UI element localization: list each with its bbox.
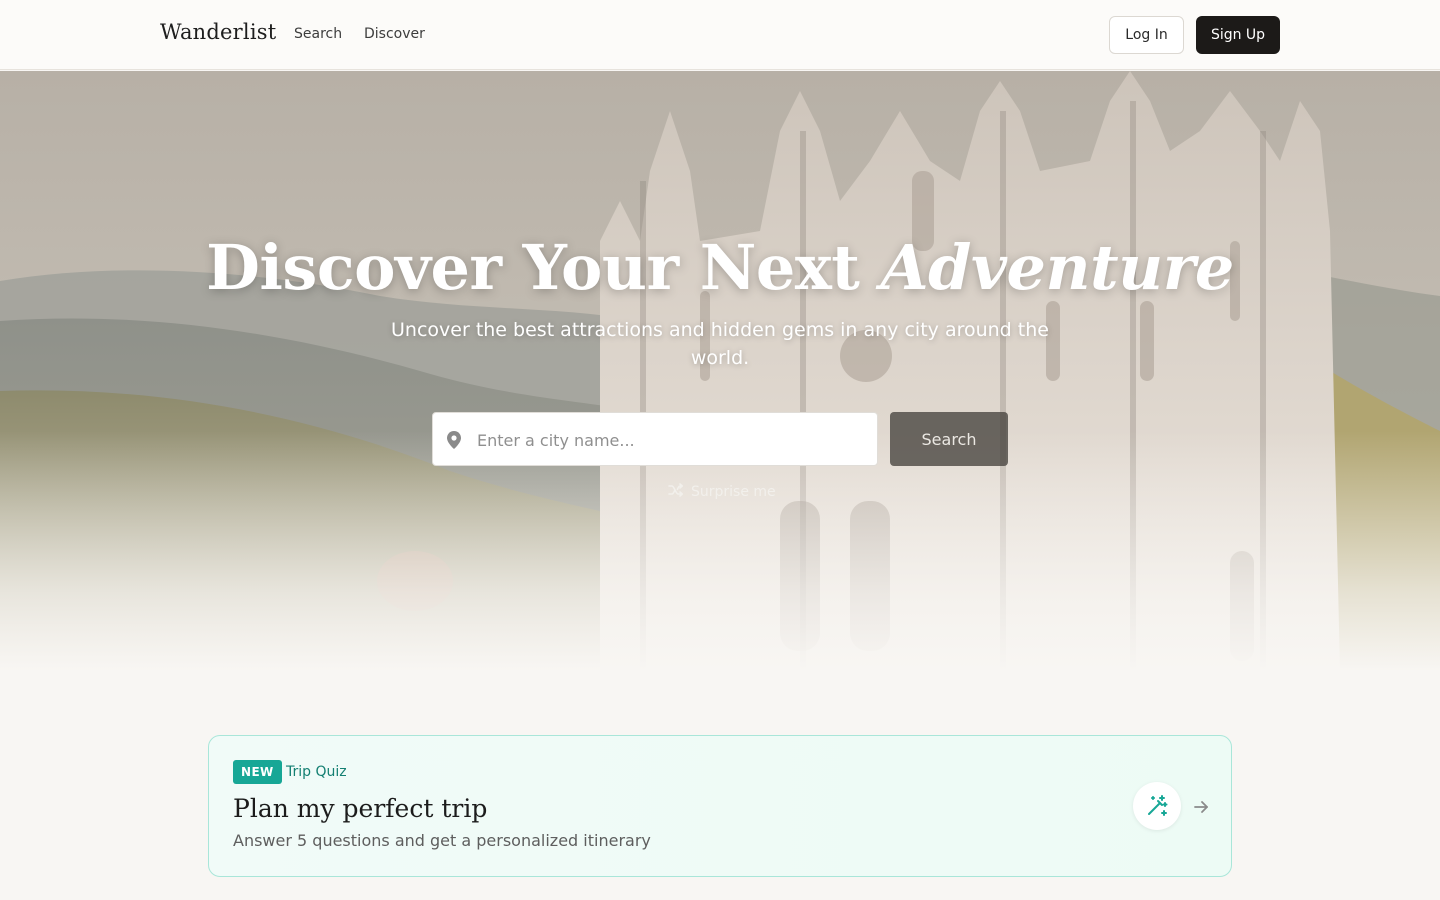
shuffle-icon: [668, 483, 684, 501]
quiz-description: Answer 5 questions and get a personalize…: [233, 831, 651, 850]
trip-quiz-card[interactable]: NEW Trip Quiz Plan my perfect trip Answe…: [208, 735, 1232, 877]
nav-link-search[interactable]: Search: [294, 26, 342, 42]
arrow-right-icon: [1191, 797, 1211, 817]
hero-title-accent: Adventure: [880, 231, 1235, 304]
search-button[interactable]: Search: [890, 412, 1008, 466]
quiz-title: Plan my perfect trip: [233, 794, 488, 823]
city-search-box: [432, 412, 878, 466]
login-button[interactable]: Log In: [1109, 16, 1184, 54]
new-badge: NEW: [233, 760, 282, 784]
map-pin-icon: [447, 431, 461, 453]
hero-title-main: Discover Your Next: [206, 231, 881, 304]
nav-link-discover[interactable]: Discover: [364, 26, 425, 42]
surprise-me-label: Surprise me: [691, 484, 776, 500]
hero-subtitle: Uncover the best attractions and hidden …: [391, 319, 1049, 369]
signup-button[interactable]: Sign Up: [1196, 16, 1280, 54]
top-navbar: Wanderlist Search Discover Log In Sign U…: [0, 0, 1440, 70]
magic-wand-icon: [1133, 782, 1181, 830]
hero-section: Discover Your Next Adventure Uncover the…: [0, 71, 1440, 671]
city-search-input[interactable]: [477, 423, 867, 457]
surprise-me-link[interactable]: Surprise me: [668, 482, 776, 502]
brand-logo[interactable]: Wanderlist: [160, 20, 276, 44]
hero-title: Discover Your Next Adventure: [0, 231, 1440, 304]
quiz-tag-label: Trip Quiz: [286, 764, 347, 780]
